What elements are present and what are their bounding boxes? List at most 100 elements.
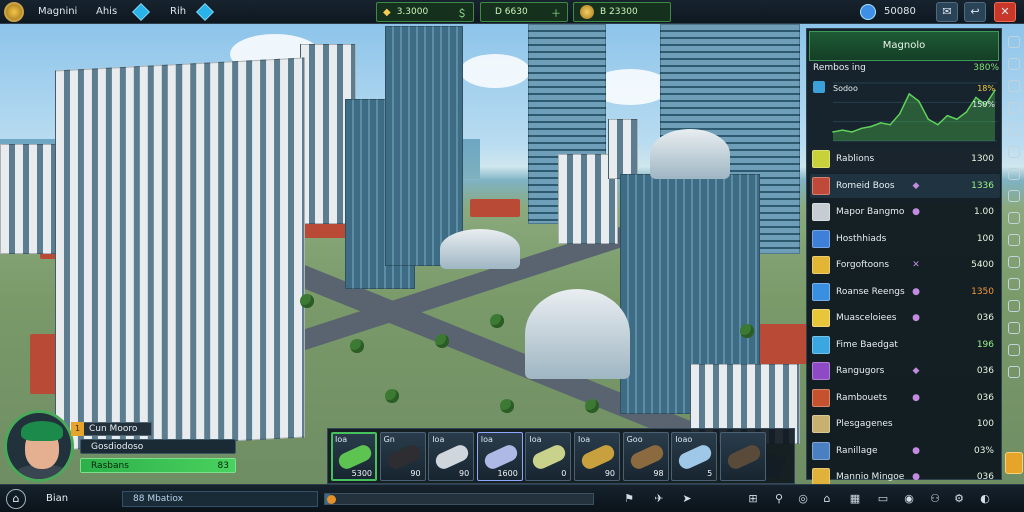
tree <box>490 314 504 328</box>
stat-value: 1350 <box>971 286 994 297</box>
trend-chart[interactable]: Sodoo 18% 150% <box>811 77 999 149</box>
character-bar-value: 83 <box>217 461 229 471</box>
shield-logo-icon[interactable] <box>4 2 24 22</box>
stat-value: 036 <box>976 313 994 323</box>
vehicle-icon <box>433 442 471 472</box>
side-menu-icon[interactable] <box>1008 322 1020 334</box>
power-resource[interactable]: D 6630 ＋ <box>480 2 568 22</box>
character-info: 1 Cun Mooro Gosdiodoso Rasbans 83 <box>71 420 238 476</box>
tab-ahis[interactable]: Ahis <box>96 6 117 17</box>
stat-row[interactable]: Roanse Reengs ● 1350 <box>810 280 1000 304</box>
side-menu-icon[interactable] <box>1008 344 1020 356</box>
stat-row[interactable]: Romeid Boos ◆ 1336 <box>810 173 1000 198</box>
badge-icon[interactable]: ◉ <box>902 492 916 506</box>
vehicle-icon <box>579 442 617 472</box>
settings-icon[interactable]: ⚙ <box>952 492 966 506</box>
character-name[interactable]: 1 Cun Mooro <box>71 422 152 436</box>
bottom-label[interactable]: Bian <box>46 493 68 504</box>
character-stat[interactable]: Gosdiodoso <box>80 439 236 454</box>
premium-gem-icon[interactable] <box>860 4 876 20</box>
side-menu-icon[interactable] <box>1008 366 1020 378</box>
level-badge: 1 <box>71 422 84 436</box>
side-menu-icon[interactable] <box>1008 124 1020 136</box>
hotbar-slot[interactable] <box>719 432 766 481</box>
back-button[interactable]: ↩ <box>964 2 986 22</box>
player-name[interactable]: Magnini <box>38 6 77 17</box>
hotbar-slot[interactable]: Ioa 90 <box>574 432 620 481</box>
side-menu-icon[interactable] <box>1008 256 1020 268</box>
hotbar-slot[interactable]: Goo 98 <box>622 432 669 481</box>
stat-row[interactable]: Fime Baedgat 196 <box>810 333 1000 357</box>
office-tower[interactable] <box>55 57 305 451</box>
resource-icon <box>812 309 830 327</box>
stat-value: 1.00 <box>973 207 994 217</box>
fighter-icon[interactable]: ✈ <box>652 492 666 506</box>
top-bar: Magnini Ahis Rih ◆ 3.3000 ＄ D 6630 ＋ B 2… <box>0 0 1024 24</box>
gold-resource[interactable]: ◆ 3.3000 ＄ <box>376 2 474 22</box>
building[interactable] <box>0 144 60 254</box>
stat-row[interactable]: Rambouets ● 036 <box>810 386 1000 410</box>
side-menu-icon[interactable] <box>1008 300 1020 312</box>
hotbar-slot[interactable]: Ioa 5300 <box>331 432 377 481</box>
avatar[interactable] <box>4 410 74 482</box>
side-menu-icon[interactable] <box>1008 102 1020 114</box>
diamond-icon[interactable] <box>196 3 214 21</box>
trend-icon: ● <box>912 445 920 456</box>
stat-value: 03% <box>973 445 994 456</box>
grid-icon[interactable]: ⊞ <box>746 492 760 506</box>
home-button[interactable]: ⌂ <box>6 489 26 509</box>
plus-icon[interactable]: ＄ <box>457 5 467 20</box>
building[interactable] <box>608 119 638 179</box>
stat-row[interactable]: Ranillage ● 03% <box>810 439 1000 463</box>
hotbar-slot[interactable]: Ioa 1600 <box>476 432 523 481</box>
hotbar-slot[interactable]: Gn 90 <box>379 432 426 481</box>
gift-button[interactable]: ✉ <box>936 2 958 22</box>
plaza-building[interactable] <box>440 229 520 269</box>
message-field[interactable]: 88 Mbatiox <box>122 491 318 507</box>
slot-label: Gn <box>383 435 395 444</box>
character-bar[interactable]: Rasbans 83 <box>80 458 236 473</box>
buildings-icon[interactable]: ▦ <box>848 492 862 506</box>
pin-icon[interactable]: ⚲ <box>772 492 786 506</box>
plus-icon[interactable]: ＋ <box>551 5 561 20</box>
chat-icon[interactable]: ◐ <box>978 492 992 506</box>
stat-row[interactable]: Hosthhiads 100 <box>810 227 1000 251</box>
home-icon[interactable]: ⌂ <box>820 492 834 506</box>
tab-rih[interactable]: Rih <box>170 6 186 17</box>
stat-row[interactable]: Plesgagenes 100 <box>810 412 1000 436</box>
side-menu-icon[interactable] <box>1008 212 1020 224</box>
side-menu-icon[interactable] <box>1008 146 1020 158</box>
glass-tower[interactable] <box>385 26 463 266</box>
hotbar-slot[interactable]: Ioao 5 <box>671 432 718 481</box>
side-menu-icon[interactable] <box>1008 234 1020 246</box>
stat-row[interactable]: Rangugors ◆ 036 <box>810 359 1000 383</box>
stat-name: Rangugors <box>836 366 885 376</box>
gem-icon[interactable] <box>132 3 150 21</box>
flag-icon[interactable]: ⚑ <box>622 492 636 506</box>
side-menu-icon[interactable] <box>1008 36 1020 48</box>
chart-point <box>898 113 901 115</box>
slot-quantity: 98 <box>653 469 664 478</box>
stat-row[interactable]: Rablions 1300 <box>810 147 1000 171</box>
side-menu-icon[interactable] <box>1005 452 1023 474</box>
side-menu-icon[interactable] <box>1008 278 1020 290</box>
close-button[interactable]: ✕ <box>994 2 1016 22</box>
slot-label: Ioao <box>675 435 693 444</box>
stat-row[interactable]: Mapor Bangmo ● 1.00 <box>810 200 1000 224</box>
globe-icon[interactable]: ◎ <box>796 492 810 506</box>
hotbar-slot[interactable]: Ioa 0 <box>525 432 572 481</box>
stat-row[interactable]: Muasceloiees ● 036 <box>810 306 1000 330</box>
coin-resource[interactable]: B 23300 <box>573 2 671 22</box>
side-menu-icon[interactable] <box>1008 80 1020 92</box>
mall-building[interactable] <box>525 289 630 379</box>
side-menu-icon[interactable] <box>1008 190 1020 202</box>
group-icon[interactable]: ⚇ <box>928 492 942 506</box>
stat-row[interactable]: Forgoftoons ✕ 5400 <box>810 253 1000 277</box>
arrow-icon[interactable]: ➤ <box>680 492 694 506</box>
gold-value: 3.3000 <box>396 7 429 17</box>
hotbar-slot[interactable]: Ioa 90 <box>428 432 475 481</box>
panel-title[interactable]: Magnolo <box>809 31 999 61</box>
monitor-icon[interactable]: ▭ <box>876 492 890 506</box>
side-menu-icon[interactable] <box>1008 58 1020 70</box>
side-menu-icon[interactable] <box>1008 168 1020 180</box>
